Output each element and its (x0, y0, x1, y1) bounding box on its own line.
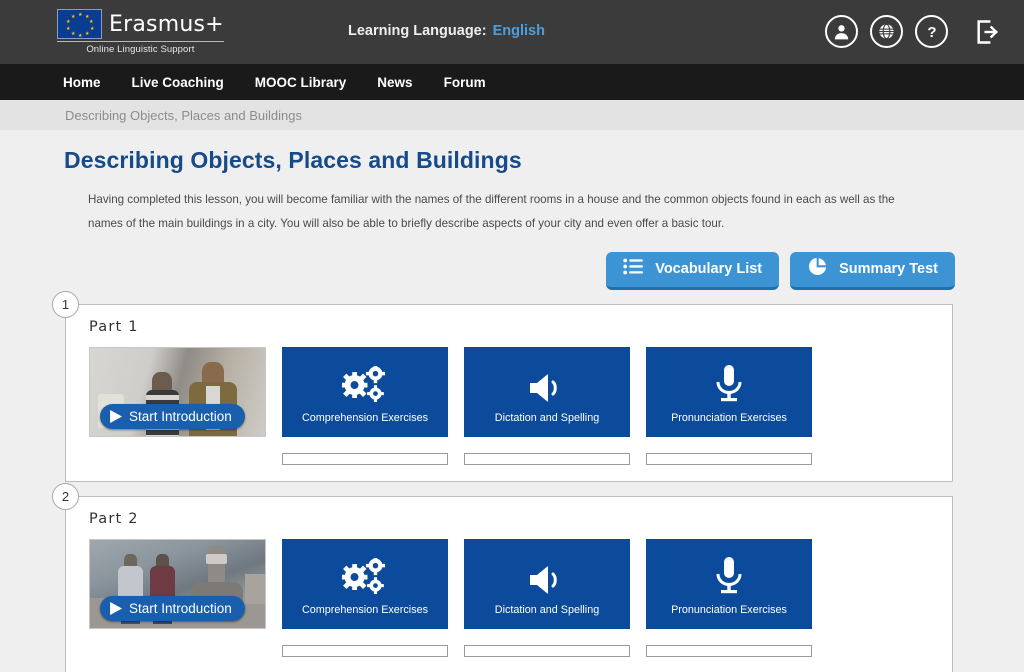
learning-language: Learning Language: English (348, 23, 545, 39)
speaker-icon (526, 364, 568, 406)
nav-item-news[interactable]: News (377, 75, 412, 90)
header-icon-group: ? (825, 15, 1002, 48)
dictation-progress-bar (464, 452, 630, 465)
part-1-play-label: Start Introduction (129, 408, 232, 424)
pronunciation-progress-bar (646, 452, 812, 465)
help-icon[interactable]: ? (915, 15, 948, 48)
part-2-exercise-1: Comprehension Exercises (282, 538, 448, 657)
microphone-icon (713, 364, 745, 406)
gears-icon (342, 364, 388, 406)
pronunciation-exercises-label: Pronunciation Exercises (671, 411, 787, 424)
action-button-row: Vocabulary List Summary Test (0, 251, 955, 290)
part-heading-1: Part 1 (89, 318, 139, 335)
dictation-spelling-tile[interactable]: Dictation and Spelling (464, 346, 630, 437)
pie-chart-icon (807, 256, 828, 282)
part-1-exercise-2: Dictation and Spelling (464, 346, 630, 465)
comprehension-exercises-tile[interactable]: Comprehension Exercises (282, 538, 448, 629)
gears-icon (342, 556, 388, 598)
pronunciation-exercises-tile[interactable]: Pronunciation Exercises (646, 538, 812, 629)
part-2-exercise-2: Dictation and Spelling (464, 538, 630, 657)
part-2-intro-video[interactable]: Start Introduction (89, 538, 266, 629)
nav-item-mooc-library[interactable]: MOOC Library (255, 75, 347, 90)
microphone-icon (713, 556, 745, 598)
breadcrumb-current: Describing Objects, Places and Buildings (65, 107, 303, 123)
brand-subtitle: Online Linguistic Support (57, 41, 224, 55)
part-2-play-label: Start Introduction (129, 600, 232, 616)
brand-name: Erasmus+ (109, 11, 224, 37)
vocabulary-list-button[interactable]: Vocabulary List (606, 251, 780, 290)
comprehension-progress-bar (282, 644, 448, 657)
part-panel-1: Part 1 Start Introduction Comprehension … (65, 303, 953, 482)
eu-flag-icon: ★ ★ ★ ★ ★ ★ ★ ★ ★ ★ (57, 9, 102, 39)
summary-test-button[interactable]: Summary Test (790, 251, 955, 290)
page-title: Describing Objects, Places and Buildings (64, 147, 522, 173)
top-header: ★ ★ ★ ★ ★ ★ ★ ★ ★ ★ Erasmus+ Online Ling… (0, 0, 1024, 64)
globe-icon[interactable] (870, 15, 903, 48)
svg-text:?: ? (927, 24, 936, 41)
erasmus-logo[interactable]: ★ ★ ★ ★ ★ ★ ★ ★ ★ ★ Erasmus+ Online Ling… (57, 9, 224, 55)
comprehension-exercises-tile[interactable]: Comprehension Exercises (282, 346, 448, 437)
part-1-tiles: Start Introduction Comprehension Exercis… (89, 346, 952, 465)
dictation-spelling-tile[interactable]: Dictation and Spelling (464, 538, 630, 629)
speaker-icon (526, 556, 568, 598)
main-navigation: Home Live Coaching MOOC Library News For… (0, 64, 1024, 100)
pronunciation-progress-bar (646, 644, 812, 657)
part-badge-1: 1 (52, 290, 79, 318)
learning-language-value[interactable]: English (493, 23, 545, 39)
part-panel-2: Part 2 Start Introduction Comprehension … (65, 495, 953, 672)
vocabulary-list-label: Vocabulary List (655, 261, 763, 278)
part-2-tiles: Start Introduction Comprehension Exercis… (89, 538, 952, 657)
part-2-exercise-3: Pronunciation Exercises (646, 538, 812, 657)
dictation-spelling-label: Dictation and Spelling (494, 603, 600, 616)
main-content: Describing Objects, Places and Buildings… (0, 147, 1024, 672)
part-1-exercise-1: Comprehension Exercises (282, 346, 448, 465)
learning-language-label: Learning Language: (348, 23, 487, 39)
nav-item-home[interactable]: Home (63, 75, 101, 90)
part-badge-2: 2 (52, 482, 79, 510)
comprehension-progress-bar (282, 452, 448, 465)
play-icon (110, 601, 122, 615)
part-1-intro-video[interactable]: Start Introduction (89, 346, 266, 437)
dictation-spelling-label: Dictation and Spelling (494, 411, 600, 424)
play-icon (110, 409, 122, 423)
list-icon (623, 258, 644, 280)
comprehension-exercises-label: Comprehension Exercises (301, 603, 429, 616)
part-section-2: 2 Part 2 Start Introduction Comprehensio… (52, 482, 953, 672)
part-1-play-button[interactable]: Start Introduction (100, 403, 245, 429)
lesson-description: Having completed this lesson, you will b… (88, 193, 895, 231)
summary-test-label: Summary Test (839, 261, 938, 278)
part-2-play-button[interactable]: Start Introduction (100, 595, 245, 621)
part-1-exercise-3: Pronunciation Exercises (646, 346, 812, 465)
pronunciation-exercises-tile[interactable]: Pronunciation Exercises (646, 346, 812, 437)
part-section-1: 1 Part 1 Start Introduction Comprehensio… (52, 290, 953, 482)
pronunciation-exercises-label: Pronunciation Exercises (671, 603, 787, 616)
nav-item-live-coaching[interactable]: Live Coaching (132, 75, 224, 90)
part-heading-2: Part 2 (89, 510, 139, 527)
account-icon[interactable] (825, 15, 858, 48)
logout-icon[interactable] (974, 18, 1002, 46)
comprehension-exercises-label: Comprehension Exercises (301, 411, 429, 424)
breadcrumb: Describing Objects, Places and Buildings (0, 100, 1024, 130)
nav-item-forum[interactable]: Forum (444, 75, 486, 90)
dictation-progress-bar (464, 644, 630, 657)
